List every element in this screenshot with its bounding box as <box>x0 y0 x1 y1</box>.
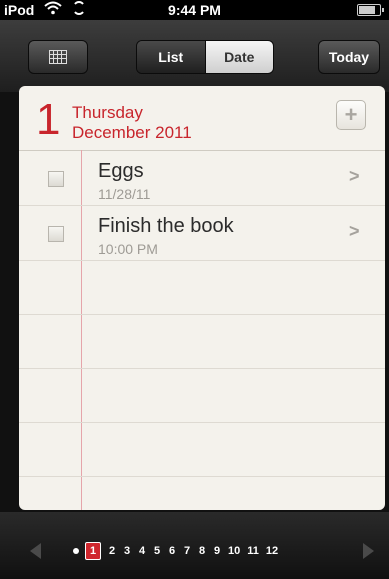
day-cell[interactable]: 10 <box>228 545 240 557</box>
add-task-button[interactable]: + <box>336 100 366 130</box>
toolbar: List Date Today <box>0 20 389 92</box>
day-cell[interactable]: 11 <box>247 545 259 557</box>
day-cell[interactable]: 8 <box>198 545 206 557</box>
month-year-label: December 2011 <box>72 123 192 142</box>
margin-line <box>81 150 82 510</box>
status-bar: iPod 9:44 PM <box>0 0 389 20</box>
day-cell[interactable]: 9 <box>213 545 221 557</box>
task-checkbox[interactable] <box>48 171 64 187</box>
ruled-line <box>19 422 385 423</box>
day-cell[interactable]: 6 <box>168 545 176 557</box>
day-strip: 1 2 3 4 5 6 7 8 9 10 11 12 <box>85 541 285 561</box>
task-due: 10:00 PM <box>98 241 158 257</box>
ruled-line <box>19 314 385 315</box>
day-cell[interactable]: 7 <box>183 545 191 557</box>
task-title: Finish the book <box>98 215 234 237</box>
view-segmented-control: List Date <box>136 40 274 74</box>
day-cell[interactable]: 2 <box>108 545 116 557</box>
ruled-line <box>19 476 385 477</box>
task-row[interactable]: Finish the book 10:00 PM > <box>19 205 385 259</box>
ruled-line <box>19 368 385 369</box>
today-button[interactable]: Today <box>318 40 380 74</box>
chevron-right-icon: > <box>349 221 360 241</box>
day-cell[interactable]: 5 <box>153 545 161 557</box>
task-due: 11/28/11 <box>98 186 151 202</box>
day-number: 1 <box>36 95 61 144</box>
ruled-line <box>19 260 385 261</box>
grid-icon <box>49 50 67 64</box>
calendar-view-button[interactable] <box>28 40 88 74</box>
tab-list[interactable]: List <box>137 41 206 73</box>
day-cell[interactable]: 4 <box>138 545 146 557</box>
day-cell[interactable]: 1 <box>85 542 101 560</box>
status-time: 9:44 PM <box>168 2 221 18</box>
next-arrow-icon[interactable] <box>363 543 374 559</box>
chevron-right-icon: > <box>349 166 360 186</box>
battery-icon <box>357 4 384 16</box>
day-navigator: 1 2 3 4 5 6 7 8 9 10 11 12 <box>0 512 389 579</box>
day-cell[interactable]: 3 <box>123 545 131 557</box>
plus-icon: + <box>344 102 358 127</box>
today-dot-icon <box>73 548 79 554</box>
task-row[interactable]: Eggs 11/28/11 > <box>19 150 385 204</box>
prev-arrow-icon[interactable] <box>30 543 41 559</box>
tab-date[interactable]: Date <box>205 41 273 73</box>
task-title: Eggs <box>98 160 144 182</box>
weekday-label: Thursday <box>72 103 143 122</box>
task-checkbox[interactable] <box>48 226 64 242</box>
day-cell[interactable]: 12 <box>266 545 278 557</box>
task-sheet: 1 Thursday December 2011 + Eggs 11/28/11… <box>19 86 385 510</box>
date-header: 1 Thursday December 2011 + <box>19 86 385 151</box>
